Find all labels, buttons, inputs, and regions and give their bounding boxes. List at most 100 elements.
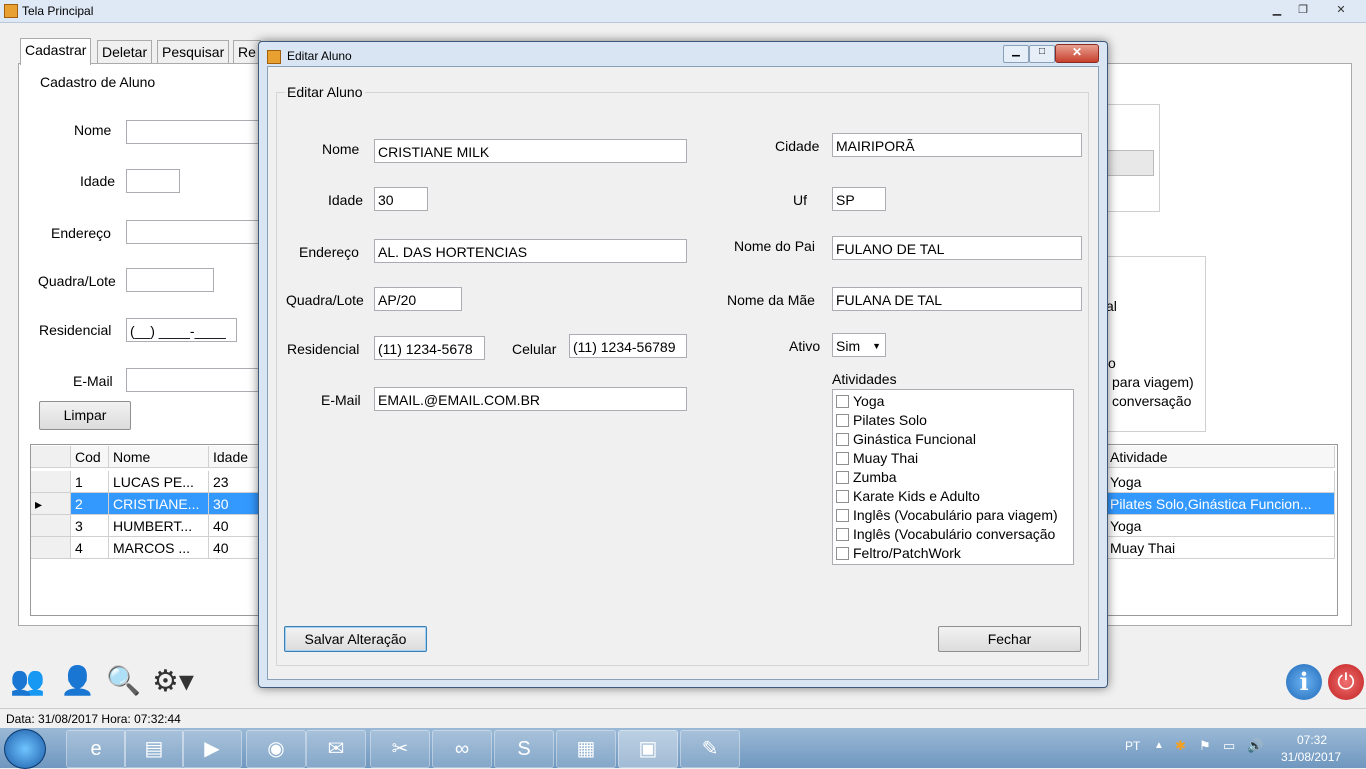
grid-cell-idade[interactable]: 40	[209, 515, 259, 537]
grid-cell-atividade[interactable]: Yoga	[1106, 515, 1335, 537]
atividade-label[interactable]: Karate Kids e Adulto	[853, 488, 980, 504]
endereco-input[interactable]	[126, 220, 266, 244]
grid-cell-nome[interactable]: CRISTIANE...	[109, 493, 209, 515]
grid-cell-idade[interactable]: 23	[209, 471, 259, 493]
grid-cell-nome[interactable]: MARCOS ...	[109, 537, 209, 559]
info-icon[interactable]: i	[1286, 664, 1322, 700]
grid-cell-idade[interactable]: 40	[209, 537, 259, 559]
grid-cell-cod[interactable]: 2	[71, 493, 109, 515]
dlg-email-input[interactable]: EMAIL.@EMAIL.COM.BR	[374, 387, 687, 411]
tab-cadastrar[interactable]: Cadastrar	[20, 38, 92, 65]
idade-input[interactable]	[126, 169, 180, 193]
remove-user-icon[interactable]: 👤	[60, 664, 100, 704]
volume-icon[interactable]: 🔊	[1247, 738, 1263, 754]
residencial-input[interactable]: (__) ____-____	[126, 318, 237, 342]
atividade-checkbox[interactable]	[836, 547, 849, 560]
col-cod-header[interactable]: Cod	[71, 446, 109, 468]
tab-relatorio[interactable]: Re	[233, 40, 261, 63]
dlg-cidade-input[interactable]: MAIRIPORÃ	[832, 133, 1082, 157]
dialog-close-button[interactable]: ✕	[1055, 44, 1099, 63]
atividade-label[interactable]: Ginástica Funcional	[853, 431, 976, 447]
ie-taskbar-icon[interactable]: e	[66, 730, 126, 768]
dlg-pai-input[interactable]: FULANO DE TAL	[832, 236, 1082, 260]
row-header[interactable]	[31, 515, 71, 537]
visual-studio-taskbar-icon[interactable]: ∞	[432, 730, 492, 768]
gear-icon[interactable]: ⚙▾	[152, 664, 200, 704]
grid-cell-cod[interactable]: 4	[71, 537, 109, 559]
col-nome-header[interactable]: Nome	[109, 446, 209, 468]
maximize-button[interactable]: ❐	[1292, 3, 1314, 17]
atividade-label[interactable]: Muay Thai	[853, 450, 918, 466]
quadra-input[interactable]	[126, 268, 214, 292]
email-input[interactable]	[126, 368, 266, 392]
nome-input[interactable]	[126, 120, 266, 144]
row-header[interactable]: ▸	[31, 493, 71, 515]
grid-cell-atividade[interactable]: Muay Thai	[1106, 537, 1335, 559]
atividade-checkbox[interactable]	[836, 452, 849, 465]
nome-label: Nome	[74, 122, 112, 138]
dlg-uf-input[interactable]: SP	[832, 187, 886, 211]
skype-taskbar-icon[interactable]: S	[494, 730, 554, 768]
tray-app-icon[interactable]: ✱	[1175, 738, 1186, 754]
row-header[interactable]	[31, 471, 71, 493]
chrome-taskbar-icon[interactable]: ◉	[246, 730, 306, 768]
minimize-button[interactable]: ▁	[1266, 3, 1288, 17]
grid-cell-cod[interactable]: 3	[71, 515, 109, 537]
dlg-endereco-input[interactable]: AL. DAS HORTENCIAS	[374, 239, 687, 263]
salvar-alteracao-button[interactable]: Salvar Alteração	[284, 626, 427, 652]
atividade-label[interactable]: Pilates Solo	[853, 412, 927, 428]
network-icon[interactable]: ▭	[1223, 738, 1235, 754]
outlook-taskbar-icon[interactable]: ✉	[306, 730, 366, 768]
atividade-label[interactable]: Yoga	[853, 393, 884, 409]
close-button[interactable]: ✕	[1330, 3, 1352, 17]
tray-expand-icon[interactable]: ▲	[1154, 740, 1164, 751]
flag-icon[interactable]: ⚑	[1199, 738, 1211, 754]
search-icon[interactable]: 🔍	[106, 664, 146, 704]
media-player-taskbar-icon[interactable]: ▶	[182, 730, 242, 768]
paint-taskbar-icon[interactable]: ✎	[680, 730, 740, 768]
dlg-mae-input[interactable]: FULANA DE TAL	[832, 287, 1082, 311]
clock-time[interactable]: 07:32	[1297, 733, 1327, 747]
start-button[interactable]	[4, 729, 46, 769]
grid-cell-nome[interactable]: LUCAS PE...	[109, 471, 209, 493]
grid-cell-idade[interactable]: 30	[209, 493, 259, 515]
dlg-nome-input[interactable]: CRISTIANE MILK	[374, 139, 687, 163]
atividade-label[interactable]: Inglês (Vocabulário conversação	[853, 526, 1055, 542]
tools-taskbar-icon[interactable]: ✂	[370, 730, 430, 768]
atividade-label[interactable]: Zumba	[853, 469, 897, 485]
dlg-idade-input[interactable]: 30	[374, 187, 428, 211]
network-app-taskbar-icon[interactable]: ▦	[556, 730, 616, 768]
atividade-label[interactable]: Inglês (Vocabulário para viagem)	[853, 507, 1058, 523]
current-app-taskbar-icon[interactable]: ▣	[618, 730, 678, 768]
grid-cell-atividade[interactable]: Yoga	[1106, 471, 1335, 493]
atividade-checkbox[interactable]	[836, 509, 849, 522]
tab-deletar[interactable]: Deletar	[97, 40, 153, 63]
dialog-minimize-button[interactable]: ▁	[1003, 45, 1029, 63]
atividade-checkbox[interactable]	[836, 490, 849, 503]
power-icon[interactable]: ⏻	[1328, 664, 1364, 700]
language-indicator[interactable]: PT	[1125, 739, 1140, 753]
limpar-button[interactable]: Limpar	[39, 401, 131, 430]
explorer-taskbar-icon[interactable]: ▤	[124, 730, 184, 768]
add-user-icon[interactable]: 👥	[10, 664, 50, 704]
atividade-label[interactable]: Feltro/PatchWork	[853, 545, 961, 561]
dlg-residencial-input[interactable]: (11) 1234-5678	[374, 336, 485, 360]
atividade-checkbox[interactable]	[836, 471, 849, 484]
atividade-checkbox[interactable]	[836, 395, 849, 408]
dlg-ativo-select[interactable]: Sim ▼	[832, 333, 886, 357]
atividade-checkbox[interactable]	[836, 433, 849, 446]
dlg-quadra-input[interactable]: AP/20	[374, 287, 462, 311]
clock-date[interactable]: 31/08/2017	[1281, 750, 1341, 764]
atividade-checkbox[interactable]	[836, 414, 849, 427]
grid-cell-nome[interactable]: HUMBERT...	[109, 515, 209, 537]
dlg-celular-input[interactable]: (11) 1234-56789	[569, 334, 687, 358]
tab-pesquisar[interactable]: Pesquisar	[157, 40, 230, 63]
col-idade-header[interactable]: Idade	[209, 446, 259, 468]
grid-cell-atividade[interactable]: Pilates Solo,Ginástica Funcion...	[1106, 493, 1335, 515]
dialog-maximize-button[interactable]: □	[1029, 45, 1055, 63]
col-atividade-header[interactable]: Atividade	[1106, 446, 1335, 468]
row-header[interactable]	[31, 537, 71, 559]
atividade-checkbox[interactable]	[836, 528, 849, 541]
grid-cell-cod[interactable]: 1	[71, 471, 109, 493]
fechar-button[interactable]: Fechar	[938, 626, 1081, 652]
